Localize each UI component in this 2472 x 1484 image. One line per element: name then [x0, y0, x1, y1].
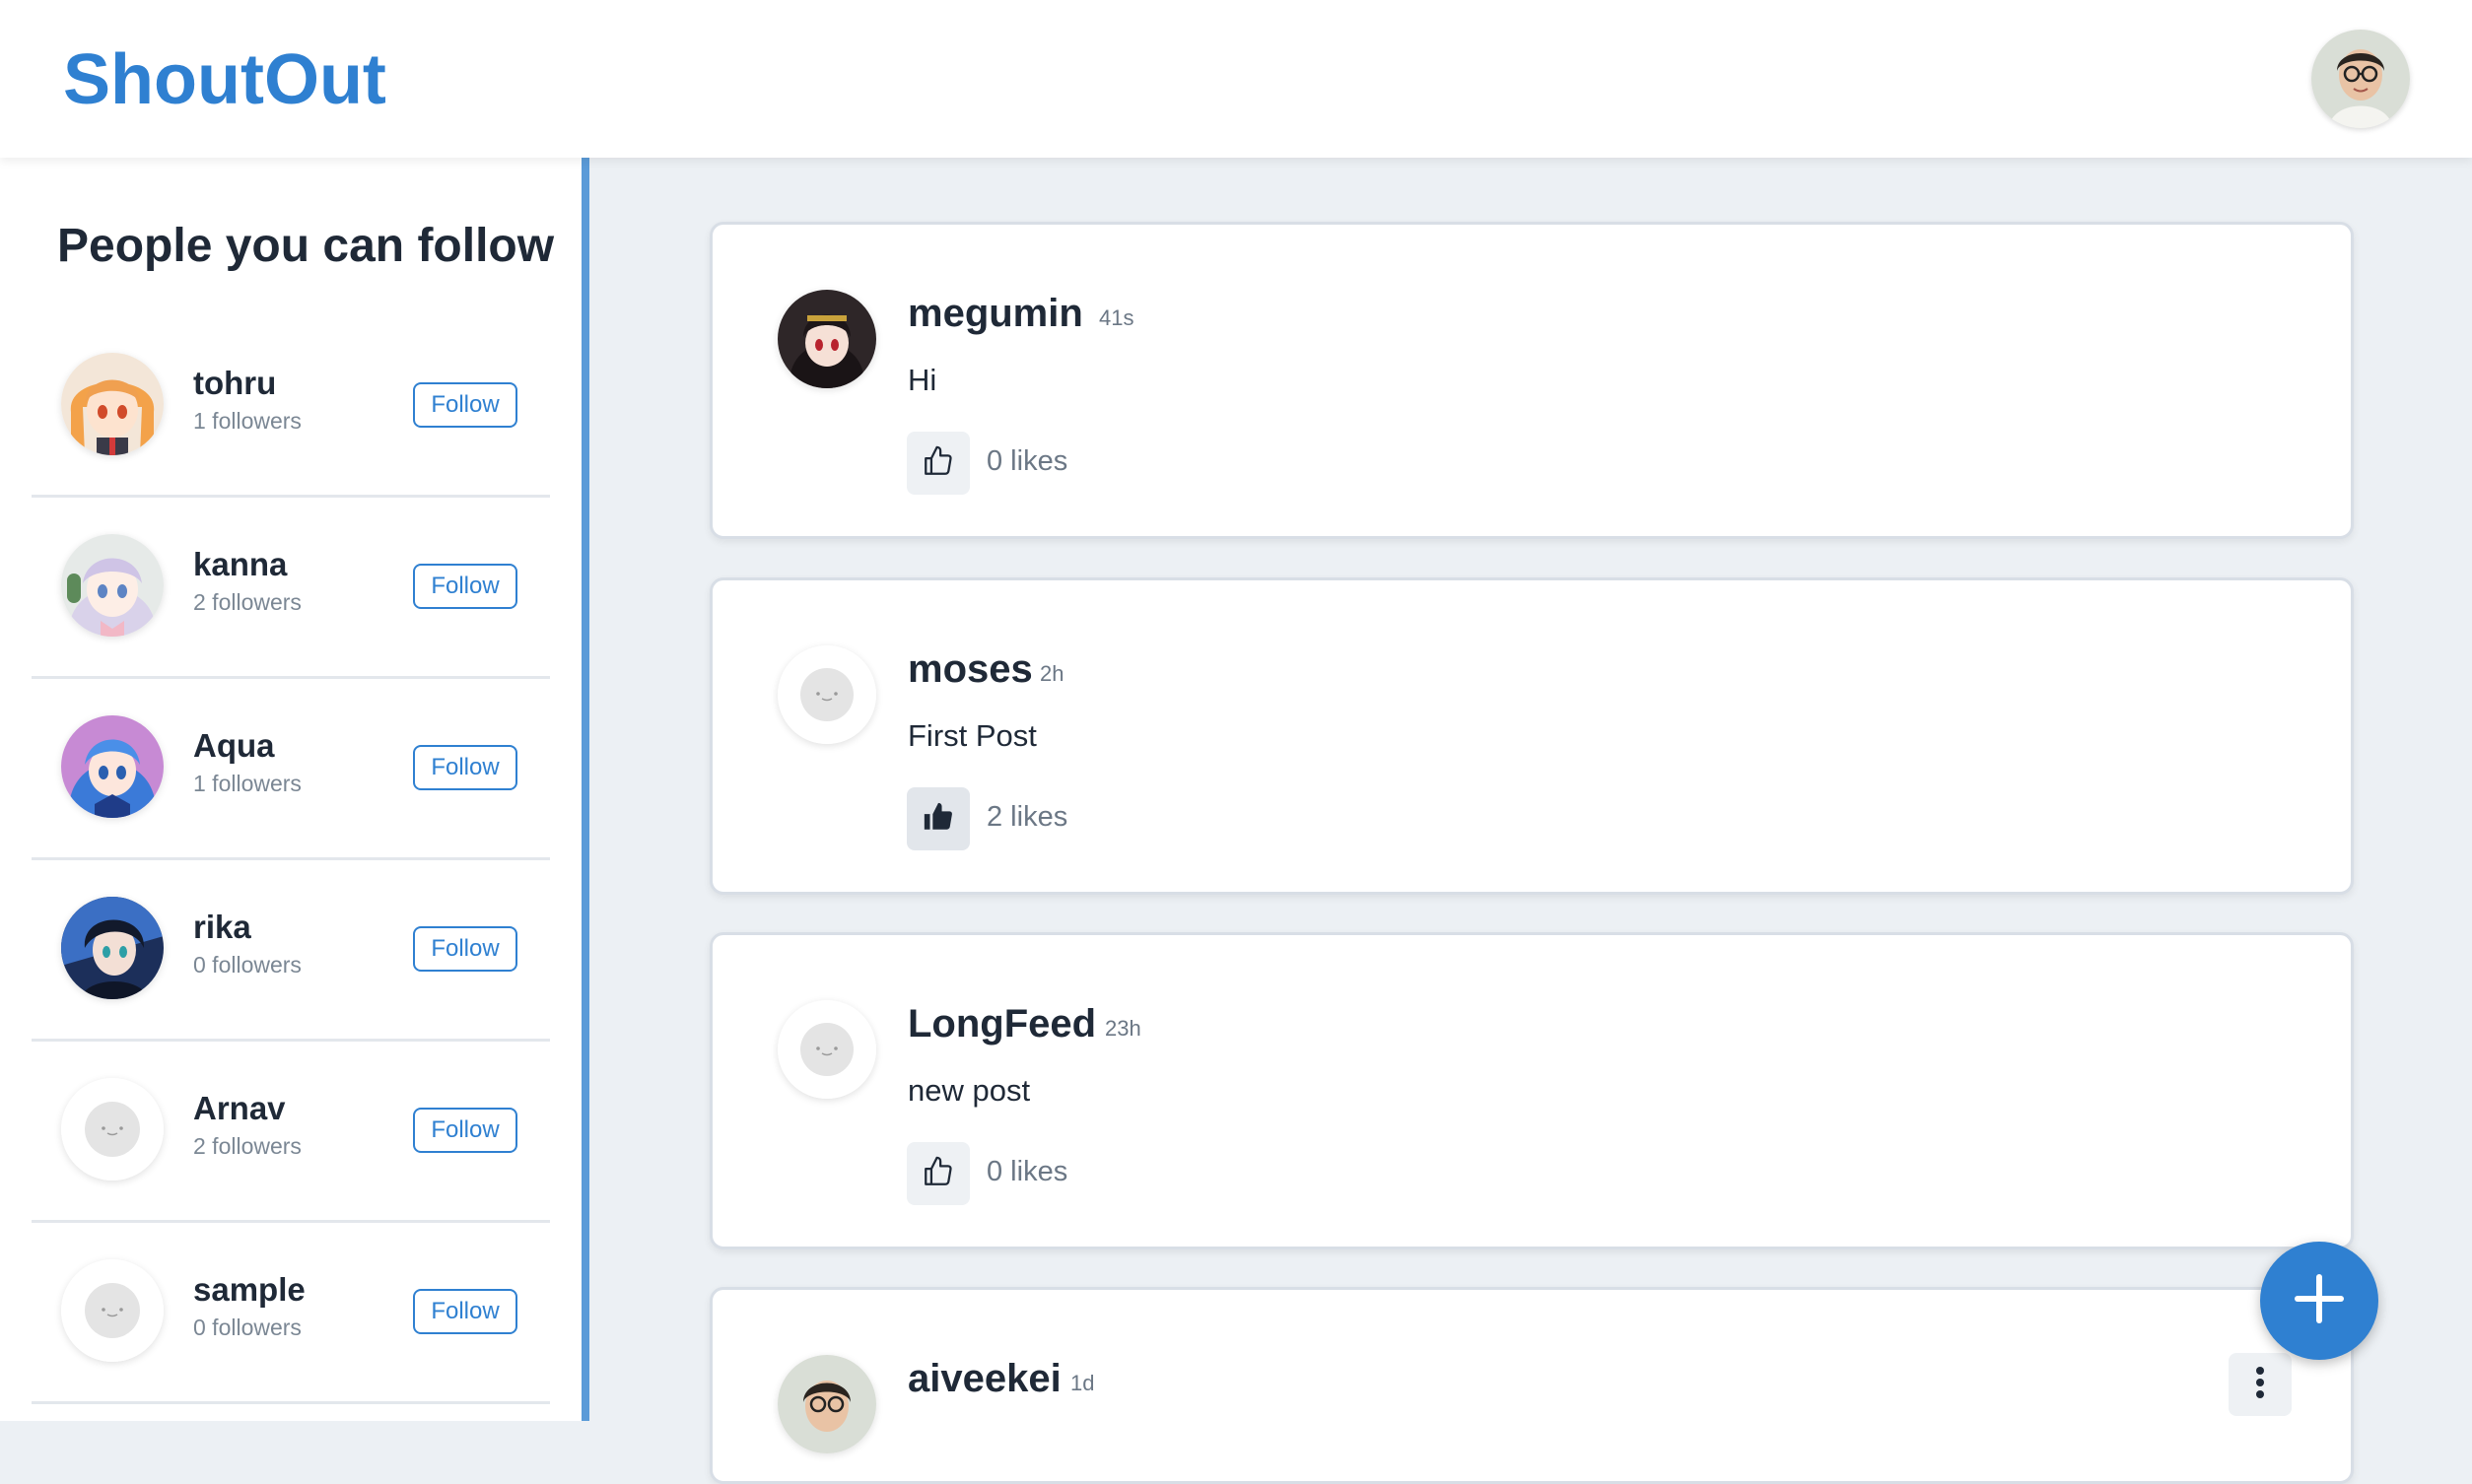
suggestion-followers: 2 followers [193, 589, 302, 615]
post-timestamp: 2h [1040, 661, 1064, 686]
sidebar-title: People you can follow [57, 220, 555, 272]
like-count: 2 likes [987, 801, 1068, 833]
suggestion-name[interactable]: Aqua [193, 727, 275, 765]
suggestion-item: kanna 2 followers Follow [32, 495, 550, 679]
like-count: 0 likes [987, 445, 1068, 477]
suggestion-name[interactable]: kanna [193, 546, 287, 583]
avatar[interactable] [778, 290, 876, 388]
suggestion-followers: 0 followers [193, 952, 302, 978]
follow-button[interactable]: Follow [413, 382, 517, 428]
post-timestamp: 23h [1105, 1016, 1141, 1041]
avatar[interactable] [61, 534, 164, 637]
post-username[interactable]: moses [908, 647, 1033, 692]
suggestion-name[interactable]: sample [193, 1271, 306, 1309]
suggestion-name[interactable]: rika [193, 909, 251, 946]
like-count: 0 likes [987, 1156, 1068, 1187]
avatar[interactable] [61, 897, 164, 999]
top-navbar: ShoutOut [0, 0, 2472, 158]
suggestion-item: tohru 1 followers Follow [32, 313, 550, 498]
post-card: LongFeed 23h new post 0 likes [710, 932, 2354, 1249]
default-avatar-icon[interactable] [61, 1078, 164, 1180]
post-text: new post [908, 1073, 1031, 1108]
post-text: Hi [908, 363, 937, 397]
avatar[interactable] [61, 353, 164, 455]
follow-button[interactable]: Follow [413, 1108, 517, 1153]
thumbs-up-outline-icon [922, 1155, 955, 1193]
suggestion-name[interactable]: tohru [193, 365, 276, 402]
avatar[interactable] [61, 715, 164, 818]
default-avatar-icon[interactable] [61, 1259, 164, 1362]
post-card: aiveekei 1d [710, 1287, 2354, 1484]
post-card: megumin 41s Hi 0 likes [710, 222, 2354, 539]
post-options-button[interactable] [2229, 1353, 2292, 1416]
suggestion-followers: 2 followers [193, 1133, 302, 1159]
default-avatar-icon[interactable] [778, 1000, 876, 1099]
suggestion-followers: 1 followers [193, 408, 302, 434]
current-user-avatar[interactable] [2311, 30, 2410, 128]
suggestion-item: Arnav 2 followers Follow [32, 1039, 550, 1223]
like-button[interactable] [907, 787, 970, 850]
thumbs-up-filled-icon [922, 800, 955, 839]
post-timestamp: 41s [1099, 305, 1134, 330]
suggestion-name[interactable]: Arnav [193, 1090, 286, 1127]
post-username[interactable]: LongFeed [908, 1002, 1096, 1046]
follow-button[interactable]: Follow [413, 745, 517, 790]
post-username[interactable]: megumin [908, 292, 1083, 336]
like-button[interactable] [907, 1142, 970, 1205]
suggestion-item: sample 0 followers Follow [32, 1220, 550, 1404]
like-button[interactable] [907, 432, 970, 495]
thumbs-up-outline-icon [922, 444, 955, 483]
follow-button[interactable]: Follow [413, 926, 517, 972]
post-card: moses 2h First Post 2 likes [710, 577, 2354, 895]
suggestion-followers: 0 followers [193, 1315, 302, 1340]
app-logo[interactable]: ShoutOut [63, 39, 386, 120]
post-timestamp: 1d [1070, 1371, 1095, 1395]
create-post-button[interactable] [2260, 1242, 2378, 1360]
avatar[interactable] [778, 1355, 876, 1453]
suggestion-item: Aqua 1 followers Follow [32, 676, 550, 860]
post-username[interactable]: aiveekei [908, 1357, 1062, 1401]
follow-button[interactable]: Follow [413, 1289, 517, 1334]
post-text: First Post [908, 718, 1037, 753]
default-avatar-icon[interactable] [778, 645, 876, 744]
follow-button[interactable]: Follow [413, 564, 517, 609]
more-vertical-icon [2254, 1363, 2266, 1407]
plus-icon [2292, 1271, 2347, 1331]
suggestion-item: rika 0 followers Follow [32, 857, 550, 1042]
suggestion-followers: 1 followers [193, 771, 302, 796]
